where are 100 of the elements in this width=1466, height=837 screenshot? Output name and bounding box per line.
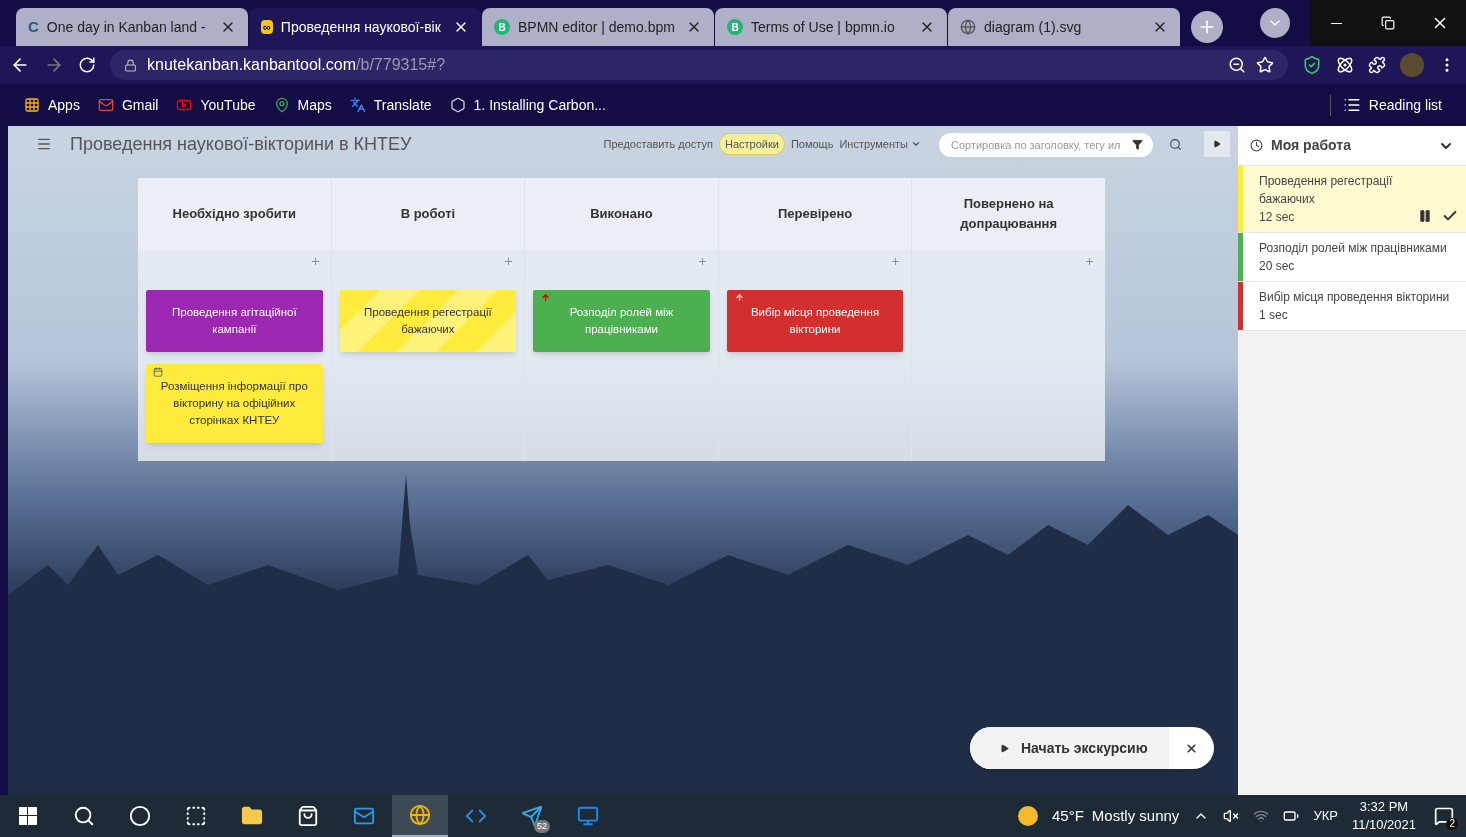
bookmark-link[interactable]: 1. Installing Carbon...	[473, 94, 606, 116]
search-field[interactable]: Сортировка по заголовку, тегу ил	[939, 133, 1153, 157]
search-icon	[73, 805, 95, 827]
close-icon[interactable]	[1185, 741, 1198, 755]
work-item[interactable]: Вибір місця проведення вікторини 1 sec	[1238, 282, 1466, 331]
windows-logo-icon	[19, 807, 37, 825]
date-text: 11/10/2021	[1351, 816, 1416, 834]
add-card-icon[interactable]	[503, 256, 515, 267]
folder-icon	[241, 805, 263, 827]
column-title: Перевірено	[776, 205, 854, 223]
browser-tab[interactable]: B Terms of Use | bpmn.io	[715, 8, 947, 46]
column-title: Повернено на допрацювання	[959, 195, 1058, 233]
tab-favicon: C	[28, 16, 39, 37]
tab-favicon: ∞	[261, 20, 273, 34]
lock-icon	[124, 58, 137, 72]
tab-title: diagram (1).svg	[984, 17, 1083, 37]
atom-icon[interactable]	[1336, 56, 1354, 74]
bookmark-link[interactable]: Maps	[297, 94, 332, 116]
add-card-icon[interactable]	[309, 256, 321, 267]
column-title: Виконано	[589, 205, 654, 223]
browser-tab[interactable]: B BPMN editor | demo.bpm	[482, 8, 714, 46]
zoom-out-icon[interactable]	[1228, 56, 1246, 74]
task-card[interactable]: Розміщення інформації про вікторину на офіційних сторінках КНТЕУ	[146, 364, 323, 443]
reload-icon[interactable]	[78, 56, 96, 74]
column-title: В роботі	[399, 205, 457, 223]
restore-icon	[1381, 16, 1395, 30]
apps-grid-icon	[24, 97, 40, 113]
toolbar-link[interactable]: Помощь	[790, 133, 834, 155]
collapse-panel-button[interactable]	[1204, 131, 1230, 157]
taskbar-app[interactable]: 52	[504, 795, 560, 837]
video-icon	[176, 97, 193, 113]
badge: 52	[534, 819, 550, 833]
url-text: knutekanban.kanbantool.com/b/779315#?	[147, 55, 446, 75]
search-icon[interactable]	[1169, 137, 1182, 151]
extensions-icon[interactable]	[1368, 56, 1386, 74]
address-bar[interactable]: knutekanban.kanbantool.com/b/779315#?	[110, 50, 1288, 80]
task-card[interactable]: Проведення регестрації бажаючих	[339, 290, 517, 352]
translate-icon	[349, 97, 366, 113]
task-card[interactable]: Вибір місця проведення вікторини	[726, 290, 904, 352]
weather-icon	[1017, 806, 1038, 826]
card-text: Розподіл ролей між працівниками	[568, 305, 675, 337]
browser-tab[interactable]: C One day in Kanban land -	[16, 8, 248, 46]
toolbar-link[interactable]: Настройки	[718, 132, 785, 156]
notification-count: 2	[1446, 818, 1458, 830]
wifi-icon[interactable]	[1253, 808, 1270, 824]
weather-temperature: 45°F	[1051, 805, 1084, 826]
clock[interactable]: 3:32 PM 11/10/2021	[1351, 798, 1416, 834]
add-card-icon[interactable]	[1083, 256, 1095, 267]
hexagon-icon	[449, 97, 466, 113]
notifications-button[interactable]: 2	[1430, 802, 1458, 830]
bookmark-link[interactable]: Apps	[48, 94, 80, 116]
elapsed-time: 20 sec	[1259, 258, 1296, 275]
play-icon	[1213, 140, 1221, 148]
pause-icon[interactable]	[1418, 209, 1432, 223]
map-pin-icon	[273, 97, 290, 113]
work-item[interactable]: Розподіл ролей між працівниками 20 sec	[1238, 233, 1466, 282]
task-card[interactable]: Проведення агітаційної кампанії	[146, 290, 323, 352]
play-icon	[1000, 743, 1009, 753]
reading-list-link[interactable]: Reading list	[1368, 94, 1442, 116]
mail-icon	[97, 97, 114, 113]
work-item-title: Розподіл ролей між працівниками	[1259, 240, 1448, 257]
arrow-up-icon	[541, 293, 551, 302]
battery-icon[interactable]	[1283, 808, 1300, 824]
globe-icon	[960, 19, 976, 35]
add-card-icon[interactable]	[696, 256, 708, 267]
add-card-icon[interactable]	[890, 256, 902, 267]
work-item-title: Вибір місця проведення вікторини	[1259, 289, 1451, 306]
minimize-icon	[1330, 22, 1342, 24]
filter-icon[interactable]	[1132, 139, 1143, 150]
toolbar-link[interactable]: Предоставить доступ	[603, 133, 713, 155]
work-item[interactable]: Проведення регестрації бажаючих 12 sec	[1238, 166, 1466, 233]
browser-tab[interactable]: ∞ Проведення наукової-вік	[249, 8, 481, 46]
bookmark-link[interactable]: YouTube	[200, 94, 256, 116]
calendar-icon	[153, 367, 163, 377]
monitor-icon	[577, 805, 599, 827]
bookmark-link[interactable]: Gmail	[121, 94, 159, 116]
new-tab-button[interactable]	[1191, 11, 1223, 43]
tab-title: Проведення наукової-вік	[280, 17, 442, 37]
star-icon[interactable]	[1256, 56, 1274, 74]
elapsed-time: 12 sec	[1259, 209, 1296, 226]
reading-list-icon[interactable]	[1342, 96, 1361, 114]
toolbar-link[interactable]: Инструменты	[839, 133, 921, 155]
browser-tab[interactable]: diagram (1).svg	[948, 8, 1180, 46]
elapsed-time: 1 sec	[1259, 307, 1289, 324]
shield-icon[interactable]	[1302, 55, 1322, 75]
tab-title: BPMN editor | demo.bpm	[518, 17, 676, 37]
weather-text: Mostly sunny	[1091, 805, 1180, 826]
card-text: Розміщення інформації про вікторину на офіційних сторінках КНТЕУ	[160, 379, 309, 428]
clock-icon	[1250, 139, 1263, 152]
bookmark-link[interactable]: Translate	[373, 94, 432, 116]
time-text: 3:32 PM	[1359, 798, 1409, 816]
browser-icon	[409, 804, 431, 826]
tab-favicon: B	[727, 19, 743, 35]
profile-menu-button[interactable]	[1260, 8, 1290, 38]
start-tour-button[interactable]: Начать экскурсию	[970, 727, 1169, 769]
tab-favicon: B	[494, 19, 510, 35]
mute-icon[interactable]	[1223, 808, 1240, 824]
task-view-icon	[185, 805, 207, 827]
language-indicator[interactable]: УКР	[1313, 806, 1338, 826]
arrow-up-icon	[734, 293, 744, 302]
